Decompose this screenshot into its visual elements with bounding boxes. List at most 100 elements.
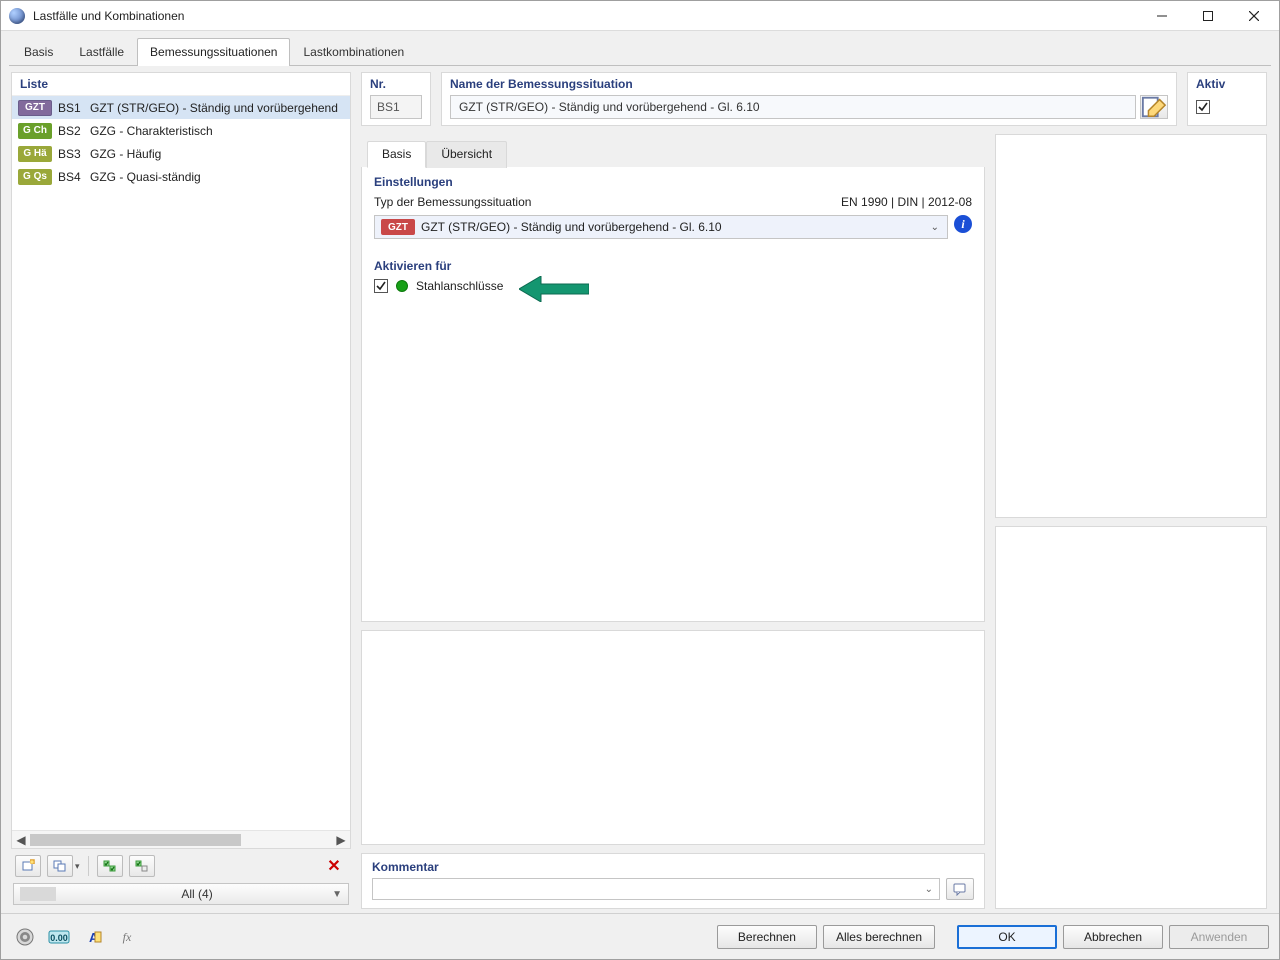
close-button[interactable] <box>1231 1 1277 31</box>
chevron-down-icon: ▼ <box>332 889 342 900</box>
edit-name-button[interactable] <box>1140 95 1168 119</box>
liste-row-bs3[interactable]: G Hä BS3 GZG - Häufig <box>12 142 350 165</box>
tab-basis[interactable]: Basis <box>11 38 66 66</box>
scroll-right-icon[interactable]: ▶ <box>332 831 350 849</box>
config-panel: Einstellungen Typ der Bemessungssituatio… <box>361 167 985 622</box>
delete-button[interactable]: ✕ <box>321 855 347 877</box>
liste-panel: Liste GZT BS1 GZT (STR/GEO) - Ständig un… <box>11 72 351 849</box>
filter-swatch <box>20 887 56 901</box>
type-combo[interactable]: GZT GZT (STR/GEO) - Ständig und vorüberg… <box>374 215 948 239</box>
tab-bemessungssituationen[interactable]: Bemessungssituationen <box>137 38 290 66</box>
norm-text: EN 1990 | DIN | 2012-08 <box>841 195 972 209</box>
type-label: Typ der Bemessungssituation <box>374 195 531 209</box>
filter-label: All (4) <box>62 887 332 901</box>
nr-panel: Nr. BS1 <box>361 72 431 126</box>
left-column: Liste GZT BS1 GZT (STR/GEO) - Ständig un… <box>11 72 351 909</box>
lower-config-panel <box>361 630 985 845</box>
dialog-window: Lastfälle und Kombinationen Basis Lastfä… <box>0 0 1280 960</box>
name-value[interactable]: GZT (STR/GEO) - Ständig und vorübergehen… <box>450 95 1136 119</box>
info-icon[interactable]: i <box>954 215 972 233</box>
check-all-button[interactable] <box>97 855 123 877</box>
combo-text: GZT (STR/GEO) - Ständig und vorübergehen… <box>421 220 927 234</box>
check-icon <box>1198 102 1208 112</box>
scroll-track[interactable] <box>30 833 332 847</box>
svg-text:0.00: 0.00 <box>50 933 68 943</box>
new-icon <box>21 859 35 873</box>
status-dot-icon <box>396 280 408 292</box>
chevron-down-icon: ⌄ <box>927 222 943 233</box>
scroll-thumb[interactable] <box>30 834 241 846</box>
aktivieren-section: Aktivieren für Stahlanschlüsse <box>362 251 984 305</box>
badge-gzt: GZT <box>18 100 52 116</box>
combo-badge: GZT <box>381 219 415 235</box>
einstellungen-title: Einstellungen <box>374 175 972 189</box>
top-tabs: Basis Lastfälle Bemessungssituationen La… <box>9 37 1271 66</box>
minimize-button[interactable] <box>1139 1 1185 31</box>
units-button[interactable]: 0.00 <box>45 924 73 950</box>
font-button[interactable]: A <box>79 924 107 950</box>
scroll-left-icon[interactable]: ◀ <box>12 831 30 849</box>
chevron-down-icon: ⌄ <box>925 884 933 895</box>
berechnen-button[interactable]: Berechnen <box>717 925 817 949</box>
type-row: Typ der Bemessungssituation EN 1990 | DI… <box>374 195 972 209</box>
minimize-icon <box>1157 11 1167 21</box>
stahl-checkbox[interactable] <box>374 279 388 293</box>
maximize-button[interactable] <box>1185 1 1231 31</box>
copy-item-button[interactable] <box>47 855 73 877</box>
kommentar-title: Kommentar <box>372 860 974 874</box>
liste-row-bs4[interactable]: G Qs BS4 GZG - Quasi-ständig <box>12 165 350 188</box>
kommentar-panel: Kommentar ⌄ <box>361 853 985 909</box>
alles-berechnen-button[interactable]: Alles berechnen <box>823 925 935 949</box>
help-button[interactable] <box>11 924 39 950</box>
aktivieren-title: Aktivieren für <box>374 259 972 273</box>
liste-hscroll[interactable]: ◀ ▶ <box>12 830 350 848</box>
detail-header-row: Nr. BS1 Name der Bemessungssituation GZT… <box>361 72 1267 126</box>
aktiv-label: Aktiv <box>1196 77 1258 91</box>
uncheck-all-button[interactable] <box>129 855 155 877</box>
liste-row-bs2[interactable]: G Ch BS2 GZG - Charakteristisch <box>12 119 350 142</box>
aktiv-checkbox[interactable] <box>1196 100 1210 114</box>
fx-button[interactable]: fx <box>113 924 141 950</box>
client-area: Basis Lastfälle Bemessungssituationen La… <box>1 31 1279 913</box>
main-row: Liste GZT BS1 GZT (STR/GEO) - Ständig un… <box>9 66 1271 913</box>
window-title: Lastfälle und Kombinationen <box>33 9 184 23</box>
kommentar-edit-button[interactable] <box>946 878 974 900</box>
title-bar: Lastfälle und Kombinationen <box>1 1 1279 31</box>
subtab-uebersicht[interactable]: Übersicht <box>426 141 507 168</box>
abbrechen-button[interactable]: Abbrechen <box>1063 925 1163 949</box>
liste-body: GZT BS1 GZT (STR/GEO) - Ständig und vorü… <box>12 95 350 830</box>
ok-button[interactable]: OK <box>957 925 1057 949</box>
check-icon <box>376 281 386 291</box>
badge-gch: G Ch <box>18 123 52 139</box>
tab-lastkombinationen[interactable]: Lastkombinationen <box>290 38 417 66</box>
liste-row-bs1[interactable]: GZT BS1 GZT (STR/GEO) - Ständig und vorü… <box>12 96 350 119</box>
right-center: Basis Übersicht Einstellungen Typ der Be… <box>361 134 1267 909</box>
liste-num: BS1 <box>58 101 84 115</box>
tab-lastfaelle[interactable]: Lastfälle <box>66 38 137 66</box>
units-icon: 0.00 <box>48 928 70 946</box>
footer-left-icons: 0.00 A fx <box>11 924 141 950</box>
anwenden-button[interactable]: Anwenden <box>1169 925 1269 949</box>
svg-text:fx: fx <box>123 930 132 944</box>
kommentar-combo[interactable]: ⌄ <box>372 878 940 900</box>
side-panel-bottom <box>995 526 1267 910</box>
name-label: Name der Bemessungssituation <box>450 77 1168 91</box>
liste-num: BS3 <box>58 147 84 161</box>
badge-ghae: G Hä <box>18 146 52 162</box>
activate-stahl-row: Stahlanschlüsse <box>374 279 972 293</box>
close-icon <box>1249 11 1259 21</box>
new-item-button[interactable] <box>15 855 41 877</box>
callout-arrow-icon <box>519 276 589 302</box>
help-icon <box>15 927 35 947</box>
liste-header: Liste <box>12 73 350 95</box>
font-icon: A <box>83 928 103 946</box>
subtab-basis[interactable]: Basis <box>367 141 426 168</box>
uncheck-all-icon <box>135 859 149 873</box>
filter-select[interactable]: All (4) ▼ <box>13 883 349 905</box>
sub-tabs: Basis Übersicht <box>361 134 985 167</box>
liste-name: GZT (STR/GEO) - Ständig und vorübergehen… <box>90 101 338 115</box>
liste-filter: All (4) ▼ <box>13 883 349 905</box>
liste-name: GZG - Häufig <box>90 147 161 161</box>
copy-icon <box>53 859 67 873</box>
liste-name: GZG - Charakteristisch <box>90 124 213 138</box>
